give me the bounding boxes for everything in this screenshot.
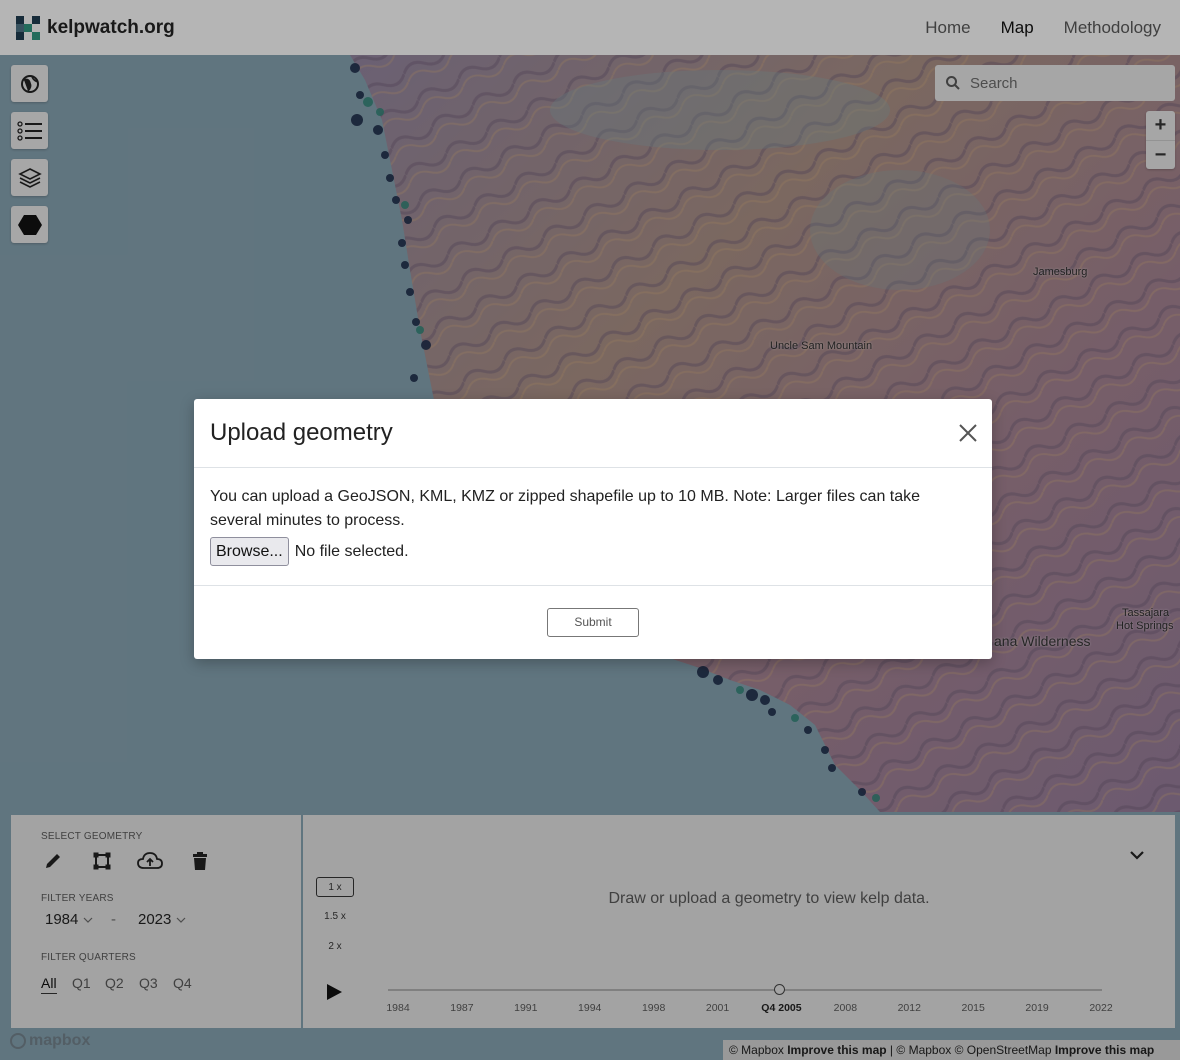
file-input: Browse... No file selected. (210, 537, 976, 566)
modal-body: You can upload a GeoJSON, KML, KMZ or zi… (194, 468, 992, 586)
submit-button[interactable]: Submit (547, 607, 639, 637)
close-icon[interactable] (958, 423, 978, 443)
file-status: No file selected. (294, 542, 409, 560)
upload-geometry-dialog: Upload geometry You can upload a GeoJSON… (194, 399, 992, 659)
modal-footer: Submit (194, 586, 992, 658)
upload-description: You can upload a GeoJSON, KML, KMZ or zi… (210, 488, 921, 529)
browse-button[interactable]: Browse... (210, 537, 289, 566)
modal-header: Upload geometry (194, 399, 992, 468)
modal-title: Upload geometry (210, 419, 393, 446)
